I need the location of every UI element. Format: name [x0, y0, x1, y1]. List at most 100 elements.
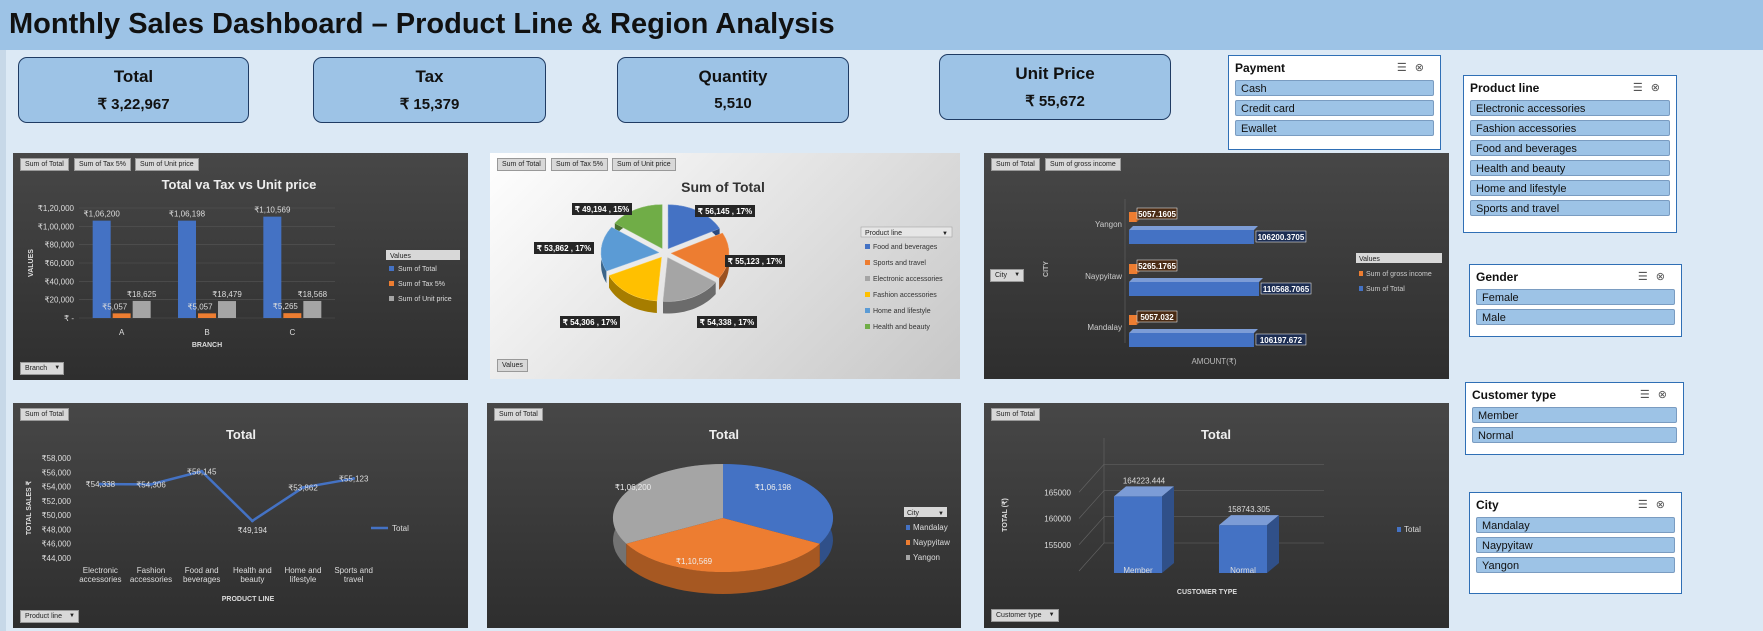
data-label: 5265.1765 [1138, 262, 1176, 271]
clear-filter-icon[interactable]: ⊗ [1651, 82, 1668, 94]
slicer-item-yangon[interactable]: Yangon [1476, 557, 1675, 573]
field-button[interactable]: Sum of Total [494, 408, 543, 421]
bar [1129, 212, 1137, 222]
slicer-gender: Gender ☰⊗ Female Male [1469, 264, 1682, 337]
slicer-header: Customer type ☰⊗ [1466, 383, 1683, 405]
data-label: ₹1,06,198 [169, 210, 206, 219]
field-button[interactable]: Sum of Tax 5% [551, 158, 608, 171]
chart-customer-type[interactable]: Total 165000 160000 155000 TOTAL (₹) CUSTOMER… [984, 403, 1449, 628]
x-tick-label: Home and lifestyle [285, 566, 322, 584]
slicer-item-member[interactable]: Member [1472, 407, 1677, 423]
axis-filter-dropdown[interactable]: Customer type [991, 609, 1059, 622]
y-tick-label: ₹1,20,000 [38, 204, 75, 213]
legend-swatch [1397, 527, 1401, 532]
data-label: ₹55,123 [339, 475, 369, 484]
data-label: ₹1,06,200 [84, 210, 121, 219]
legend-title: City [907, 510, 920, 517]
data-label: 164223.444 [1123, 476, 1166, 485]
legend-swatch [906, 525, 910, 530]
x-tick-label: B [204, 328, 209, 337]
field-button[interactable]: Sum of gross income [1045, 158, 1121, 171]
legend-label: Sum of Total [398, 266, 437, 273]
slicer-item-food-and-beverages[interactable]: Food and beverages [1470, 140, 1670, 156]
chart-svg: CITY AMOUNT(₹) Yangon 5057.1605 106200.3705 N… [1043, 199, 1442, 366]
slicer-item-ewallet[interactable]: Ewallet [1235, 120, 1434, 136]
slicer-item-cash[interactable]: Cash [1235, 80, 1434, 96]
x-axis-title: AMOUNT(₹) [1191, 357, 1236, 366]
legend-label: Sports and travel [873, 260, 926, 267]
slicer-item-naypyitaw[interactable]: Naypyitaw [1476, 537, 1675, 553]
axis-filter-dropdown[interactable]: Product line [20, 610, 79, 623]
bar-top [1129, 278, 1264, 282]
slicer-item-fashion-accessories[interactable]: Fashion accessories [1470, 120, 1670, 136]
chart-city-pie[interactable]: Total ₹1,06,198 ₹1,10,569 ₹1,06,200 City ▼ Man… [487, 403, 961, 628]
slicer-item-female[interactable]: Female [1476, 289, 1675, 305]
field-button[interactable]: Sum of Total [991, 408, 1040, 421]
multi-select-icon[interactable]: ☰ [1638, 271, 1656, 283]
data-label: ₹1,06,198 [755, 483, 792, 492]
field-button[interactable]: Sum of Total [991, 158, 1040, 171]
field-button[interactable]: Sum of Total [20, 408, 69, 421]
legend-label: Fashion accessories [873, 292, 937, 299]
multi-select-icon[interactable]: ☰ [1633, 82, 1651, 94]
axis-filter-dropdown[interactable]: Branch [20, 362, 65, 375]
slicer-item-home-and-lifestyle[interactable]: Home and lifestyle [1470, 180, 1670, 196]
y-tick-label: ₹1,00,000 [38, 222, 75, 231]
slicer-header: Gender ☰⊗ [1470, 265, 1681, 287]
slicer-item-mandalay[interactable]: Mandalay [1476, 517, 1675, 533]
axis-filter-dropdown[interactable]: City [990, 269, 1025, 282]
slicer-item-sports-and-travel[interactable]: Sports and travel [1470, 200, 1670, 216]
y-tick-label: ₹46,000 [41, 540, 71, 549]
bar-side [1162, 486, 1174, 573]
legend-swatch [865, 292, 870, 297]
y-tick-label: Mandalay [1087, 323, 1122, 332]
values-button[interactable]: Values [497, 359, 528, 372]
bar [1129, 282, 1260, 296]
y-tick-label: ₹58,000 [41, 454, 71, 463]
chart-svg: Total va Tax vs Unit price ₹1,20,000 ₹1,00… [28, 177, 460, 349]
chart-title: Total va Tax vs Unit price [162, 177, 317, 192]
bar [1129, 333, 1254, 347]
field-button[interactable]: Sum of Total [497, 158, 546, 171]
clear-filter-icon[interactable]: ⊗ [1656, 499, 1673, 511]
slicer-item-credit-card[interactable]: Credit card [1235, 100, 1434, 116]
legend-swatch [389, 266, 394, 271]
bar [198, 313, 216, 318]
slicer-product-line: Product line ☰⊗ Electronic accessories F… [1463, 75, 1677, 233]
multi-select-icon[interactable]: ☰ [1640, 389, 1658, 401]
sheet-gutter [0, 50, 6, 631]
data-label: 106200.3705 [1258, 233, 1305, 242]
chart-product-pie[interactable]: Sum of Total ₹ 56,145 , 17% ₹ 55,123 , 17%… [490, 153, 960, 379]
slicer-item-normal[interactable]: Normal [1472, 427, 1677, 443]
slicer-city: City ☰⊗ Mandalay Naypyitaw Yangon [1469, 492, 1682, 594]
legend-dropdown-icon: ▼ [938, 511, 944, 517]
legend-swatch [1359, 286, 1363, 291]
field-button[interactable]: Sum of Tax 5% [74, 158, 131, 171]
multi-select-icon[interactable]: ☰ [1397, 62, 1415, 74]
clear-filter-icon[interactable]: ⊗ [1658, 389, 1675, 401]
field-button[interactable]: Sum of Total [20, 158, 69, 171]
clear-filter-icon[interactable]: ⊗ [1656, 271, 1673, 283]
slicer-payment: Payment ☰⊗ Cash Credit card Ewallet [1228, 55, 1441, 150]
x-tick-label: Member [1123, 566, 1153, 575]
clear-filter-icon[interactable]: ⊗ [1415, 62, 1432, 74]
slicer-item-male[interactable]: Male [1476, 309, 1675, 325]
x-tick-label: Sports and travel [334, 566, 373, 584]
chart-branch-bar[interactable]: Total va Tax vs Unit price ₹1,20,000 ₹1,00… [13, 153, 468, 380]
slicer-item-electronic-accessories[interactable]: Electronic accessories [1470, 100, 1670, 116]
field-button[interactable]: Sum of Unit price [135, 158, 199, 171]
chart-product-line[interactable]: Total ₹58,000 ₹56,000 ₹54,000 ₹52,000 ₹50,000… [13, 403, 468, 628]
kpi-label: Unit Price [1015, 64, 1095, 83]
legend-label: Total [392, 524, 409, 533]
page-title: Monthly Sales Dashboard – Product Line &… [9, 8, 835, 40]
data-label: ₹49,194 [238, 526, 268, 535]
chart-city-bar[interactable]: CITY AMOUNT(₹) Yangon 5057.1605 106200.3705 N… [984, 153, 1449, 379]
data-label: ₹5,057 [187, 302, 213, 311]
multi-select-icon[interactable]: ☰ [1638, 499, 1656, 511]
slicer-item-health-and-beauty[interactable]: Health and beauty [1470, 160, 1670, 176]
field-button[interactable]: Sum of Unit price [612, 158, 676, 171]
series-line [100, 469, 354, 523]
kpi-value: ₹ 55,672 [1025, 93, 1085, 110]
title-bar: Monthly Sales Dashboard – Product Line &… [0, 0, 1763, 50]
kpi-value: 5,510 [714, 95, 752, 112]
